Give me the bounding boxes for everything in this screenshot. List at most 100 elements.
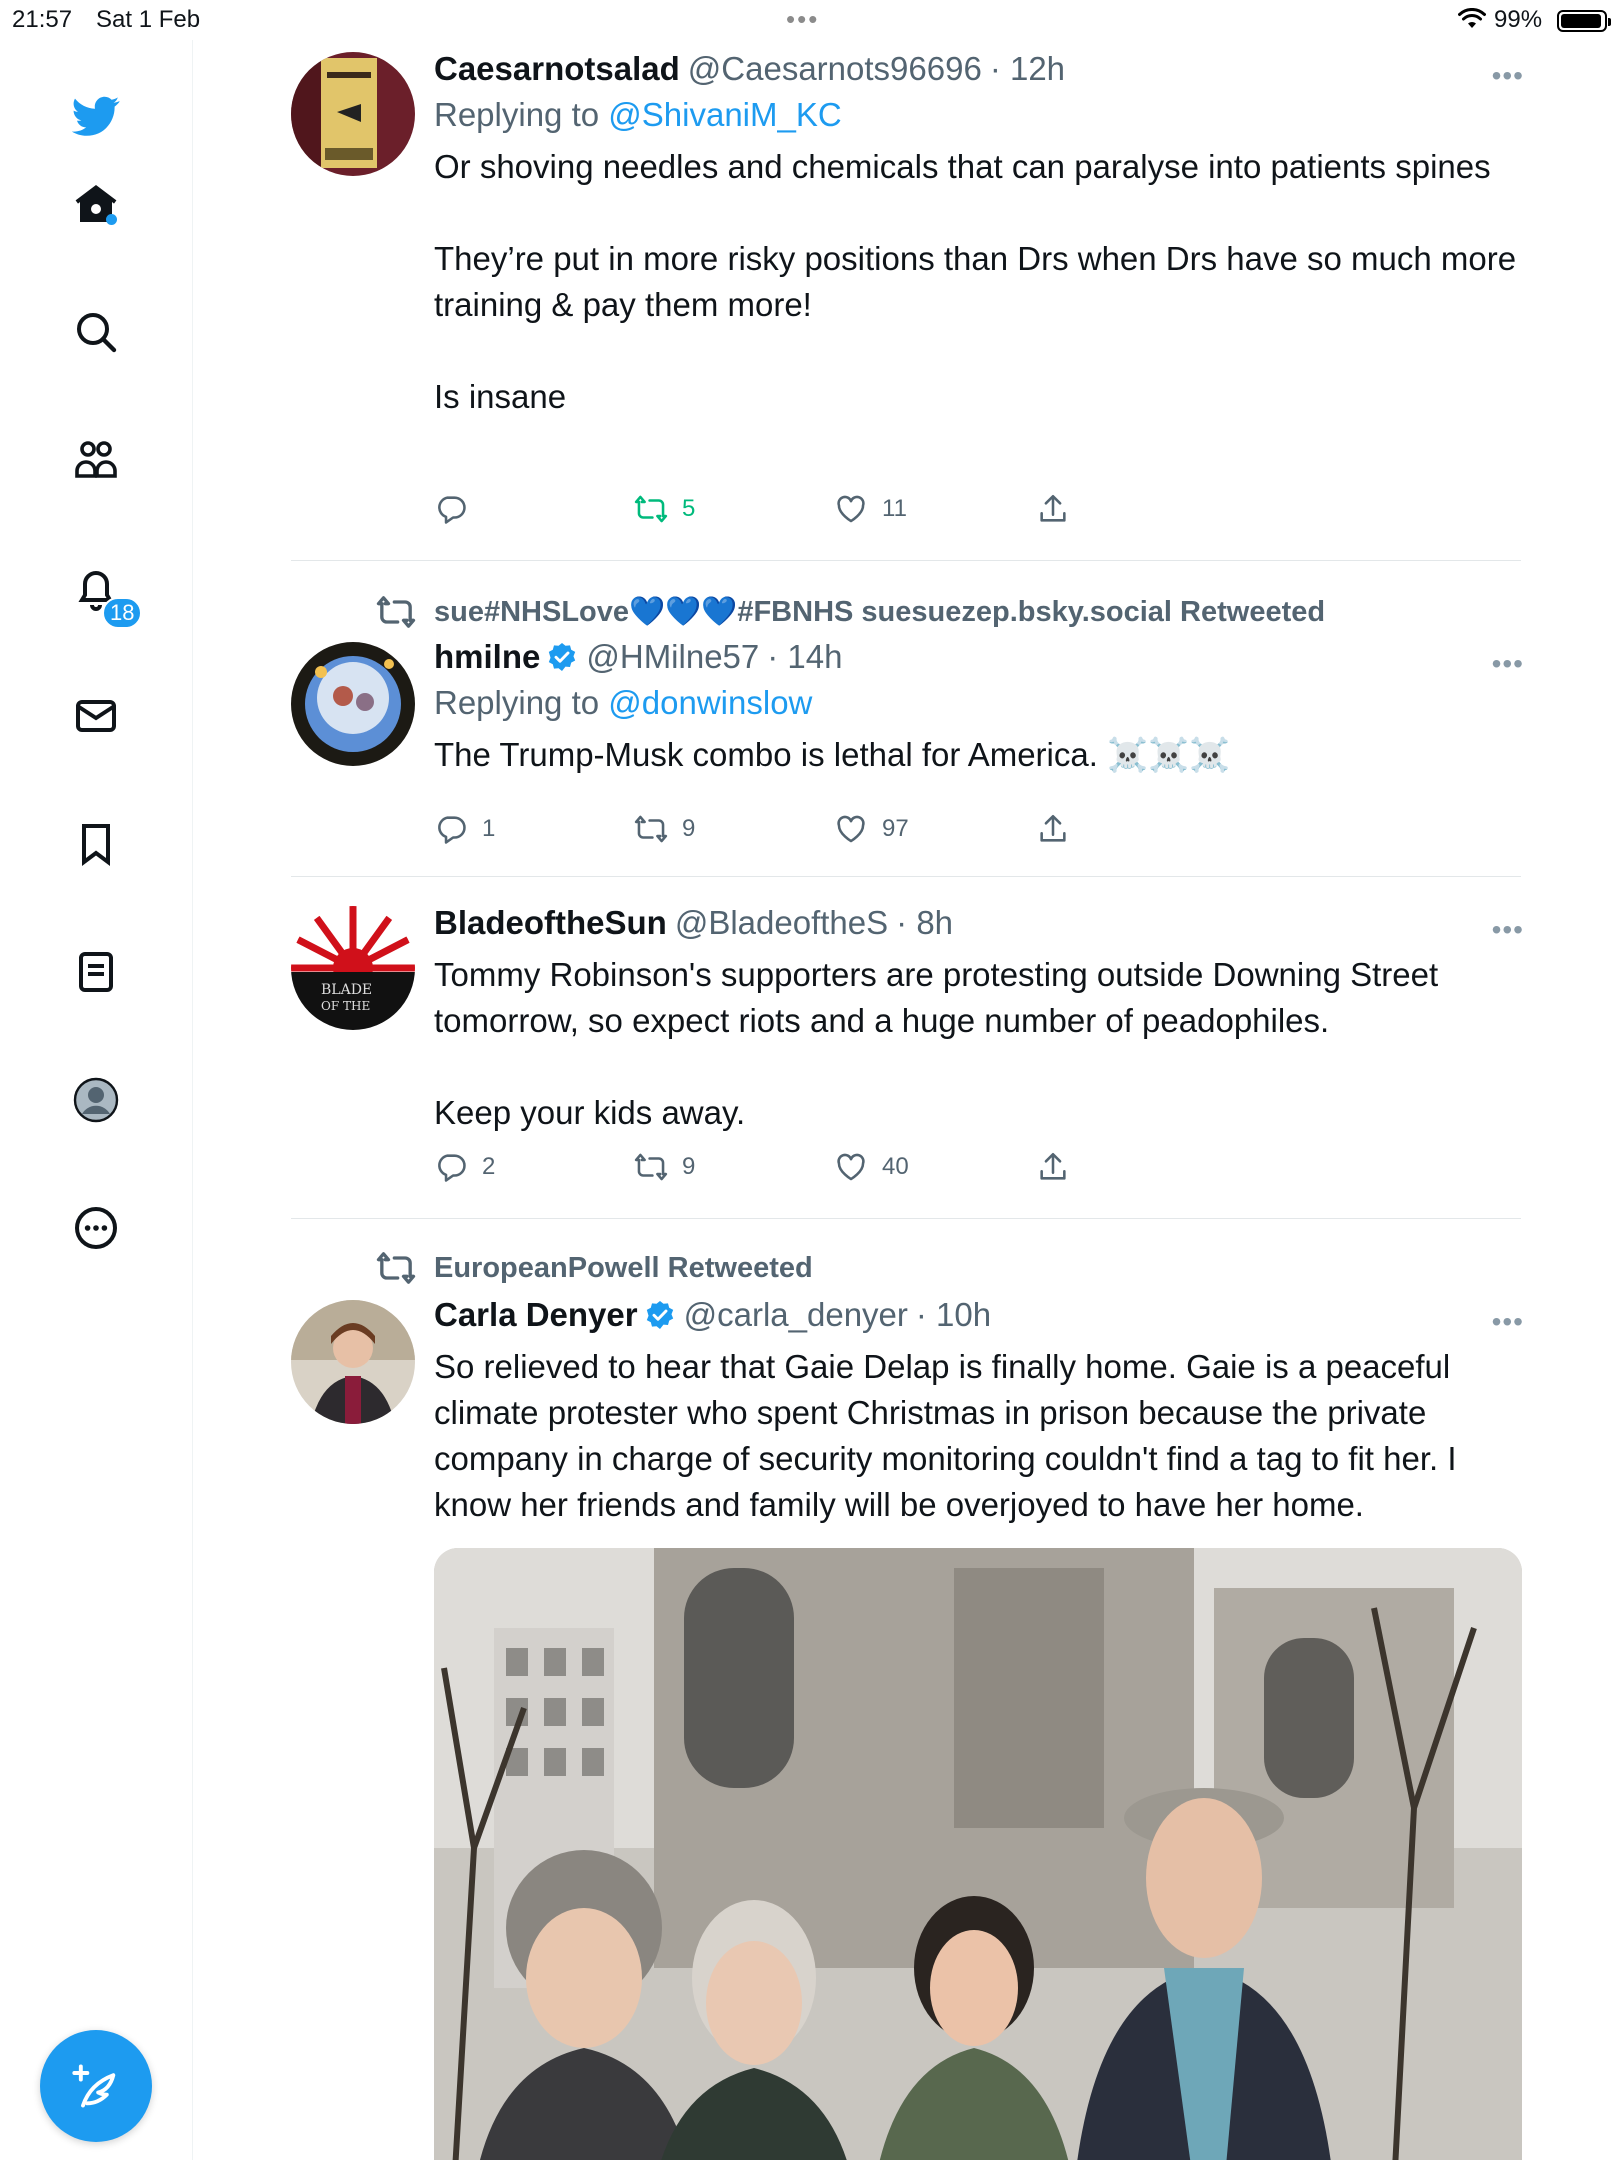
tweet-header: Caesarnotsalad @Caesarnots96696 · 12h <box>434 50 1524 88</box>
avatar[interactable] <box>291 642 415 766</box>
like-count: 11 <box>882 495 907 522</box>
share-icon <box>1040 814 1066 842</box>
tweet-text: So relieved to hear that Gaie Delap is f… <box>434 1348 1466 1523</box>
reply-count: 1 <box>482 815 496 842</box>
tweet-actions: 2 9 40 <box>434 1150 1134 1190</box>
retweet-small-icon <box>376 1252 416 1284</box>
retweeted-by-label[interactable]: sue#NHSLove💙💙💙#FBNHS suesuezep.bsky.soci… <box>434 595 1325 629</box>
reply-icon <box>438 816 466 844</box>
user-handle[interactable]: @carla_denyer <box>684 1296 908 1334</box>
replying-to: Replying to @ShivaniM_KC <box>434 96 1524 134</box>
battery-percent: 99% <box>1494 6 1543 33</box>
like-count: 97 <box>882 815 909 842</box>
tweet-divider <box>291 876 1521 877</box>
sidebar: 18 <box>0 40 193 2160</box>
svg-text:OF THE: OF THE <box>321 999 370 1013</box>
battery-icon <box>1557 10 1611 32</box>
more-options-icon[interactable] <box>68 1200 124 1256</box>
wifi-icon <box>1458 8 1486 28</box>
tweet-more-icon[interactable]: ••• <box>1492 648 1524 680</box>
tweet-more-icon[interactable]: ••• <box>1492 1306 1524 1338</box>
tweet-divider <box>291 1218 1521 1219</box>
home-icon[interactable] <box>68 176 124 232</box>
tweet-time: · 10h <box>915 1296 992 1333</box>
reply-button[interactable]: 1 <box>434 812 495 846</box>
verified-badge-icon <box>549 643 576 671</box>
retweeted-by: EuropeanPowell Retweeted <box>376 1248 813 1288</box>
reply-icon <box>438 496 466 524</box>
tweet-text: The Trump-Musk combo is lethal for Ameri… <box>434 736 1231 773</box>
retweet-count: 5 <box>682 495 696 522</box>
avatar[interactable] <box>291 1300 415 1424</box>
twitter-logo-icon[interactable] <box>68 88 124 144</box>
tweet[interactable]: Caesarnotsalad @Caesarnots96696 · 12h ••… <box>291 40 1524 560</box>
avatar[interactable] <box>291 52 415 176</box>
tweet-time: · 14h <box>767 638 843 675</box>
replying-to: Replying to @donwinslow <box>434 684 1524 722</box>
tweet-actions: 5 11 <box>434 492 1134 532</box>
retweeted-by: sue#NHSLove💙💙💙#FBNHS suesuezep.bsky.soci… <box>376 592 1325 632</box>
tweet-more-icon[interactable]: ••• <box>1492 914 1524 946</box>
retweet-icon <box>634 1153 668 1181</box>
bookmarks-icon[interactable] <box>68 816 124 872</box>
display-name[interactable]: Caesarnotsalad <box>434 50 680 88</box>
share-icon <box>1040 1152 1066 1180</box>
retweet-count: 9 <box>682 815 696 842</box>
heart-icon <box>837 1153 865 1181</box>
heart-icon <box>837 815 865 843</box>
verified-badge-icon <box>646 1301 673 1329</box>
profile-avatar-icon[interactable] <box>68 1072 124 1128</box>
retweet-icon <box>634 815 668 843</box>
tweet-actions: 1 9 97 <box>434 812 1134 852</box>
retweet-button[interactable]: 9 <box>634 812 695 846</box>
retweet-small-icon <box>376 596 416 628</box>
like-count: 40 <box>882 1153 909 1180</box>
tweet[interactable]: sue#NHSLove💙💙💙#FBNHS suesuezep.bsky.soci… <box>291 580 1524 876</box>
search-icon[interactable] <box>68 304 124 360</box>
retweeted-by-label[interactable]: EuropeanPowell Retweeted <box>434 1252 813 1285</box>
compose-tweet-button[interactable] <box>40 2030 152 2142</box>
display-name[interactable]: hmilne <box>434 638 540 676</box>
display-name[interactable]: Carla Denyer <box>434 1296 638 1334</box>
tweet-header: Carla Denyer @carla_denyer · 10h <box>434 1296 1524 1334</box>
tweet-text: Or shoving needles and chemicals that ca… <box>434 148 1517 415</box>
retweet-count: 9 <box>682 1153 696 1180</box>
like-button[interactable]: 40 <box>834 1150 909 1184</box>
replying-to-handle[interactable]: @ShivaniM_KC <box>608 96 841 133</box>
user-handle[interactable]: @Caesarnots96696 <box>688 50 982 88</box>
replying-to-label: Replying to <box>434 96 600 133</box>
like-button[interactable]: 97 <box>834 812 909 846</box>
communities-icon[interactable] <box>68 432 124 488</box>
display-name[interactable]: BladeoftheSun <box>434 904 667 942</box>
tweet-text: Tommy Robinson's supporters are protesti… <box>434 956 1439 1131</box>
tweet-header: hmilne @HMilne57 · 14h <box>434 638 1524 676</box>
tweet-more-icon[interactable]: ••• <box>1492 60 1524 92</box>
replying-to-handle[interactable]: @donwinslow <box>608 684 812 721</box>
avatar[interactable]: BLADE OF THE <box>291 906 415 1030</box>
retweet-icon <box>634 495 668 523</box>
like-button[interactable]: 11 <box>834 492 907 526</box>
photo-image <box>434 1548 1522 2160</box>
retweet-button[interactable]: 9 <box>634 1150 695 1184</box>
tweet[interactable]: EuropeanPowell Retweeted Carla Denyer @c… <box>291 1238 1524 2160</box>
status-bar: 21:57 Sat 1 Feb ••• 99% <box>0 0 1620 40</box>
tweet-time: · 12h <box>989 50 1066 87</box>
share-button[interactable] <box>1036 812 1084 846</box>
retweet-button[interactable]: 5 <box>634 492 695 526</box>
user-handle[interactable]: @HMilne57 <box>586 638 759 676</box>
multitasking-dots-icon[interactable]: ••• <box>786 4 819 35</box>
share-button[interactable] <box>1036 1150 1084 1184</box>
share-button[interactable] <box>1036 492 1084 526</box>
messages-icon[interactable] <box>68 688 124 744</box>
tweet-photo[interactable] <box>434 1548 1522 2160</box>
notification-count-badge: 18 <box>102 597 143 629</box>
tweet[interactable]: BLADE OF THE BladeoftheSun @BladeoftheS … <box>291 896 1524 1216</box>
reply-icon <box>438 1154 466 1182</box>
user-handle[interactable]: @BladeoftheS <box>675 904 888 942</box>
lists-icon[interactable] <box>68 944 124 1000</box>
reply-button[interactable]: 2 <box>434 1150 495 1184</box>
reply-count: 2 <box>482 1153 496 1180</box>
tweet-divider <box>291 560 1521 561</box>
reply-button[interactable] <box>434 492 482 526</box>
svg-text:BLADE: BLADE <box>321 982 372 998</box>
